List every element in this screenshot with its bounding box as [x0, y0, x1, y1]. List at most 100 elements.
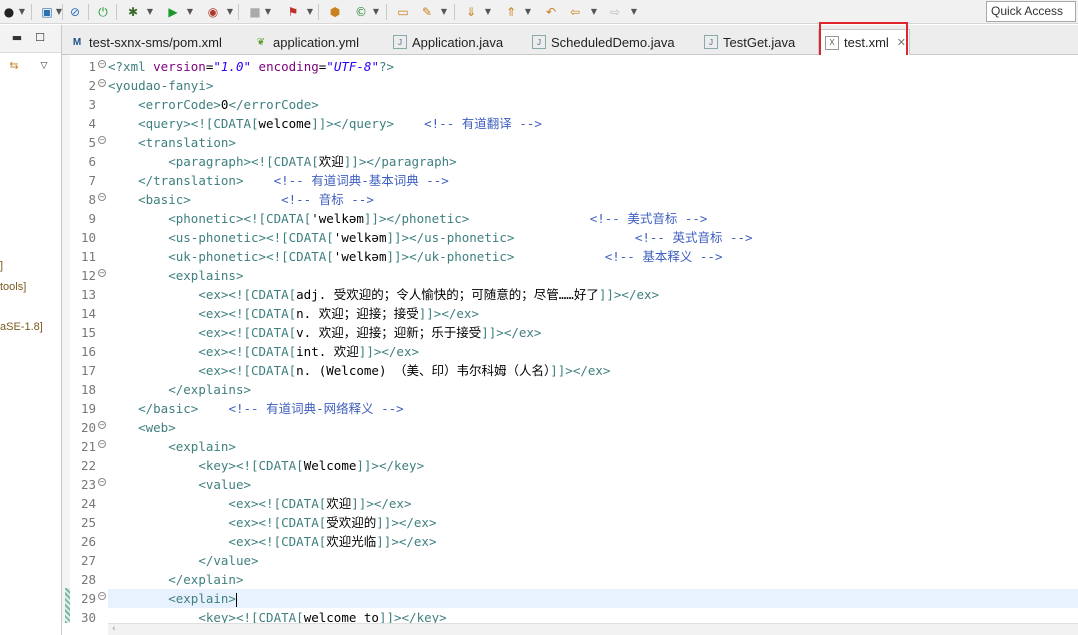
quick-access-input[interactable]: Quick Access	[986, 1, 1076, 22]
line-number: 16	[80, 344, 96, 359]
fold-toggle-icon[interactable]: −	[98, 421, 106, 429]
chevron-down-icon[interactable]: ▼	[484, 4, 492, 20]
toolbar-separator	[386, 4, 387, 20]
minimize-icon[interactable]: ▬	[10, 31, 24, 45]
fold-toggle-icon[interactable]: −	[98, 269, 106, 277]
line-number: 13	[80, 287, 96, 302]
tab-test-xml[interactable]: X test.xml ✕	[818, 29, 910, 55]
code-line[interactable]: <ex><![CDATA[v. 欢迎，迎接；迎新；乐于接受]]></ex>	[108, 323, 541, 342]
console-icon[interactable]: ▣	[38, 3, 56, 21]
stop-icon[interactable]: ■	[246, 3, 264, 21]
chevron-down-icon[interactable]: ▼	[264, 4, 272, 20]
fold-toggle-icon[interactable]: −	[98, 592, 106, 600]
code-line[interactable]: <query><![CDATA[welcome]]></query> <!-- …	[108, 114, 542, 133]
code-line[interactable]: <ex><![CDATA[n. (Welcome) （美、印）韦尔科姆（人名）]…	[108, 361, 610, 380]
chevron-down-icon[interactable]: ▼	[146, 4, 154, 20]
code-line[interactable]: <youdao-fanyi>	[108, 76, 213, 95]
run-icon[interactable]: ▶	[164, 3, 182, 21]
fold-toggle-icon[interactable]: −	[98, 60, 106, 68]
code-line[interactable]: <paragraph><![CDATA[欢迎]]></paragraph>	[108, 152, 456, 171]
previous-annotation-icon[interactable]: ⇑	[502, 3, 520, 21]
tree-item-label[interactable]: ]	[0, 260, 3, 272]
code-line[interactable]: <ex><![CDATA[n. 欢迎；迎接；接受]]></ex>	[108, 304, 479, 323]
debug-bug-icon[interactable]: ✱	[124, 3, 142, 21]
code-line[interactable]: <key><![CDATA[Welcome]]></key>	[108, 456, 424, 475]
new-package-icon[interactable]: ⬢	[326, 3, 344, 21]
back-arrow-icon[interactable]: ⇦	[566, 3, 584, 21]
last-edit-location-icon[interactable]: ↶	[542, 3, 560, 21]
code-line[interactable]: <ex><![CDATA[adj. 受欢迎的；令人愉快的；可随意的；尽管……好了…	[108, 285, 659, 304]
next-annotation-icon[interactable]: ⇓	[462, 3, 480, 21]
code-line[interactable]: <us-phonetic><![CDATA['welkəm]]></us-pho…	[108, 228, 752, 247]
link-with-editor-icon[interactable]: ⇆	[7, 59, 21, 73]
code-token: <ex>	[198, 325, 229, 340]
fold-toggle-icon[interactable]: −	[98, 79, 106, 87]
code-token: </ex>	[398, 534, 437, 549]
code-line[interactable]: <key><![CDATA[welcome to]]></key>	[108, 608, 447, 623]
code-line[interactable]: <value>	[108, 475, 251, 494]
skip-breakpoints-icon[interactable]: ⊘	[66, 3, 84, 21]
code-line[interactable]: <translation>	[108, 133, 236, 152]
debug-perspective-icon[interactable]: ●	[0, 3, 18, 21]
open-folder-icon[interactable]: ▭	[394, 3, 412, 21]
line-number: 26	[80, 534, 96, 549]
line-number: 4	[88, 116, 96, 131]
code-token: <![CDATA[	[228, 363, 297, 378]
code-line[interactable]: <web>	[108, 418, 176, 437]
code-line[interactable]: <ex><![CDATA[受欢迎的]]></ex>	[108, 513, 436, 532]
pen-edit-icon[interactable]: ✎	[418, 3, 436, 21]
tree-item-label[interactable]: aSE-1.8]	[0, 321, 43, 333]
horizontal-scrollbar[interactable]: ‹	[108, 623, 1078, 635]
code-line[interactable]: <phonetic><![CDATA['welkəm]]></phonetic>…	[108, 209, 707, 228]
chevron-down-icon[interactable]: ▼	[186, 4, 194, 20]
tab-pom-xml[interactable]: M test-sxnx-sms/pom.xml	[64, 29, 246, 55]
tree-item-label[interactable]: tools]	[0, 281, 26, 293]
code-line[interactable]: <?xml version="1.0" encoding="UTF-8"?>	[108, 57, 394, 76]
fold-toggle-icon[interactable]: −	[98, 136, 106, 144]
code-line[interactable]: <ex><![CDATA[欢迎]]></ex>	[108, 494, 411, 513]
maximize-icon[interactable]: ☐	[33, 31, 47, 45]
chevron-left-icon[interactable]: ‹	[112, 624, 116, 634]
code-line[interactable]: </value>	[108, 551, 258, 570]
code-line[interactable]: <ex><![CDATA[int. 欢迎]]></ex>	[108, 342, 419, 361]
tab-scheduleddemo-java[interactable]: J ScheduledDemo.java	[526, 29, 696, 55]
code-line[interactable]: </explains>	[108, 380, 251, 399]
chevron-down-icon[interactable]: ▼	[440, 4, 448, 20]
chevron-down-icon[interactable]: ▼	[226, 4, 234, 20]
chevron-down-icon[interactable]: ▼	[372, 4, 380, 20]
forward-arrow-icon[interactable]: ⇨	[606, 3, 624, 21]
power-icon[interactable]: ⏻	[94, 3, 112, 21]
code-token: </key>	[401, 610, 447, 623]
close-icon[interactable]: ✕	[897, 36, 906, 49]
new-class-icon[interactable]: ©	[352, 3, 370, 21]
tab-application-java[interactable]: J Application.java	[387, 29, 525, 55]
code-line[interactable]: <explain>	[108, 589, 1078, 608]
external-tools-icon[interactable]: ◉	[204, 3, 222, 21]
view-menu-icon[interactable]: ▽	[37, 59, 51, 73]
code-area[interactable]: <?xml version="1.0" encoding="UTF-8"?> <y…	[108, 55, 1078, 623]
chevron-down-icon[interactable]: ▼	[306, 4, 314, 20]
fold-toggle-icon[interactable]: −	[98, 478, 106, 486]
chevron-down-icon[interactable]: ▼	[524, 4, 532, 20]
code-line[interactable]: </translation> <!-- 有道词典-基本词典 -->	[108, 171, 449, 190]
fold-toggle-icon[interactable]: −	[98, 193, 106, 201]
code-line[interactable]: <errorCode>0</errorCode>	[108, 95, 319, 114]
bookmark-flag-icon[interactable]: ⚑	[284, 3, 302, 21]
code-line[interactable]: </explain>	[108, 570, 243, 589]
code-line[interactable]: <explain>	[108, 437, 236, 456]
code-line[interactable]: </basic> <!-- 有道词典-网络释义 -->	[108, 399, 404, 418]
code-line[interactable]: <basic> <!-- 音标 -->	[108, 190, 374, 209]
code-line[interactable]: <explains>	[108, 266, 243, 285]
fold-toggle-icon[interactable]: −	[98, 440, 106, 448]
xml-editor[interactable]: 1−2−3 4 5−6 7 8−9 10 11 12−13 14 15 16 17 18 19 20−21−…	[62, 55, 1078, 635]
chevron-down-icon[interactable]: ▼	[630, 4, 638, 20]
chevron-down-icon[interactable]: ▼	[590, 4, 598, 20]
code-line[interactable]: <ex><![CDATA[欢迎光临]]></ex>	[108, 532, 437, 551]
code-line[interactable]: <uk-phonetic><![CDATA['welkəm]]></uk-pho…	[108, 247, 722, 266]
chevron-down-icon[interactable]: ▼	[18, 4, 26, 20]
code-token: <![CDATA[	[258, 496, 327, 511]
tab-application-yml[interactable]: ❦ application.yml	[248, 29, 382, 55]
line-number: 19	[80, 401, 96, 416]
tab-testget-java[interactable]: J TestGet.java	[698, 29, 816, 55]
